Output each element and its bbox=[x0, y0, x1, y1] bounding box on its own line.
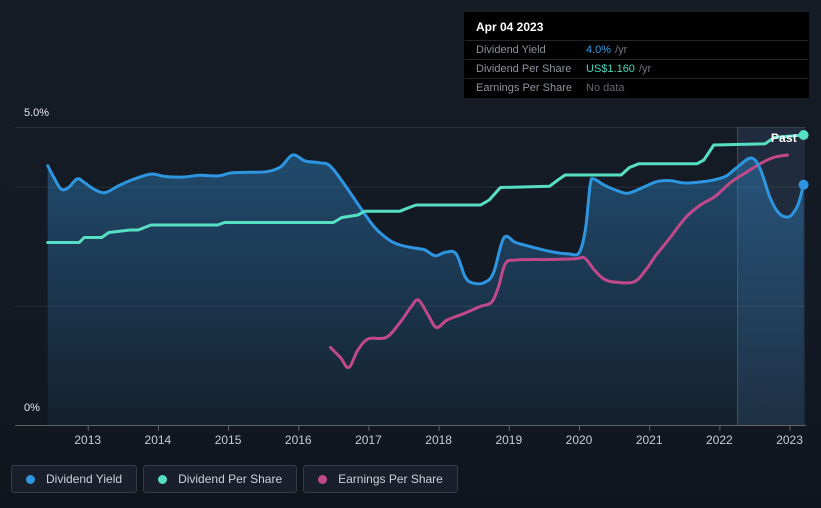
legend-item-dividend-per-share[interactable]: Dividend Per Share bbox=[143, 465, 298, 493]
tooltip-row-label: Dividend Per Share bbox=[476, 63, 572, 75]
chart-tooltip: Apr 04 2023 Dividend Yield 4.0% /yr Divi… bbox=[465, 13, 808, 97]
tooltip-row-dividend-per-share: Dividend Per Share US$1.160 /yr bbox=[465, 59, 808, 78]
legend-label: Earnings Per Share bbox=[338, 472, 443, 486]
legend-label: Dividend Per Share bbox=[178, 472, 283, 486]
x-axis-label: 2017 bbox=[355, 433, 382, 447]
earnings-per-share-dot-icon bbox=[318, 474, 328, 484]
past-label: Past bbox=[770, 131, 797, 145]
dividend-per-share-dot-icon bbox=[158, 474, 168, 484]
tooltip-row-label: Dividend Yield bbox=[476, 44, 546, 56]
x-axis-label: 2023 bbox=[776, 433, 803, 447]
x-axis-label: 2019 bbox=[495, 433, 523, 447]
tooltip-row-suffix: /yr bbox=[638, 63, 652, 75]
x-axis-label: 2021 bbox=[635, 433, 663, 447]
dividend-per-share-end-dot bbox=[798, 130, 809, 140]
x-axis-label: 2020 bbox=[565, 433, 593, 447]
x-axis-label: 2022 bbox=[706, 433, 733, 447]
legend-item-earnings-per-share[interactable]: Earnings Per Share bbox=[303, 465, 458, 493]
tooltip-row-label: Earnings Per Share bbox=[476, 82, 572, 94]
tooltip-row-value: No data bbox=[586, 82, 625, 94]
chart-legend: Dividend Yield Dividend Per Share Earnin… bbox=[11, 465, 458, 493]
legend-label: Dividend Yield bbox=[46, 472, 123, 486]
y-axis-label-top: 5.0% bbox=[24, 107, 50, 119]
tooltip-date: Apr 04 2023 bbox=[476, 20, 544, 34]
dividend-history-chart: 5.0% 0% 2013 2014 2015 2016 2017 2018 2019 2020… bbox=[0, 0, 821, 508]
x-axis-label: 2015 bbox=[214, 433, 242, 447]
dividend-yield-dot-icon bbox=[26, 474, 35, 484]
tooltip-row-value: US$1.160 bbox=[586, 63, 635, 75]
tooltip-row-suffix: /yr bbox=[615, 44, 628, 56]
tooltip-row-earnings-per-share: Earnings Per Share No data bbox=[465, 78, 808, 97]
x-axis-label: 2013 bbox=[74, 433, 102, 447]
y-axis-label-bottom: 0% bbox=[24, 402, 40, 414]
dividend-yield-end-dot bbox=[798, 179, 809, 190]
dividend-yield-area-fill bbox=[47, 154, 804, 426]
x-axis-label: 2018 bbox=[425, 433, 452, 447]
tooltip-row-dividend-yield: Dividend Yield 4.0% /yr bbox=[465, 40, 808, 59]
tooltip-row-value: 4.0% bbox=[586, 44, 612, 56]
x-axis-label: 2014 bbox=[144, 433, 172, 447]
legend-item-dividend-yield[interactable]: Dividend Yield bbox=[11, 465, 138, 493]
x-axis-label: 2016 bbox=[284, 433, 312, 447]
